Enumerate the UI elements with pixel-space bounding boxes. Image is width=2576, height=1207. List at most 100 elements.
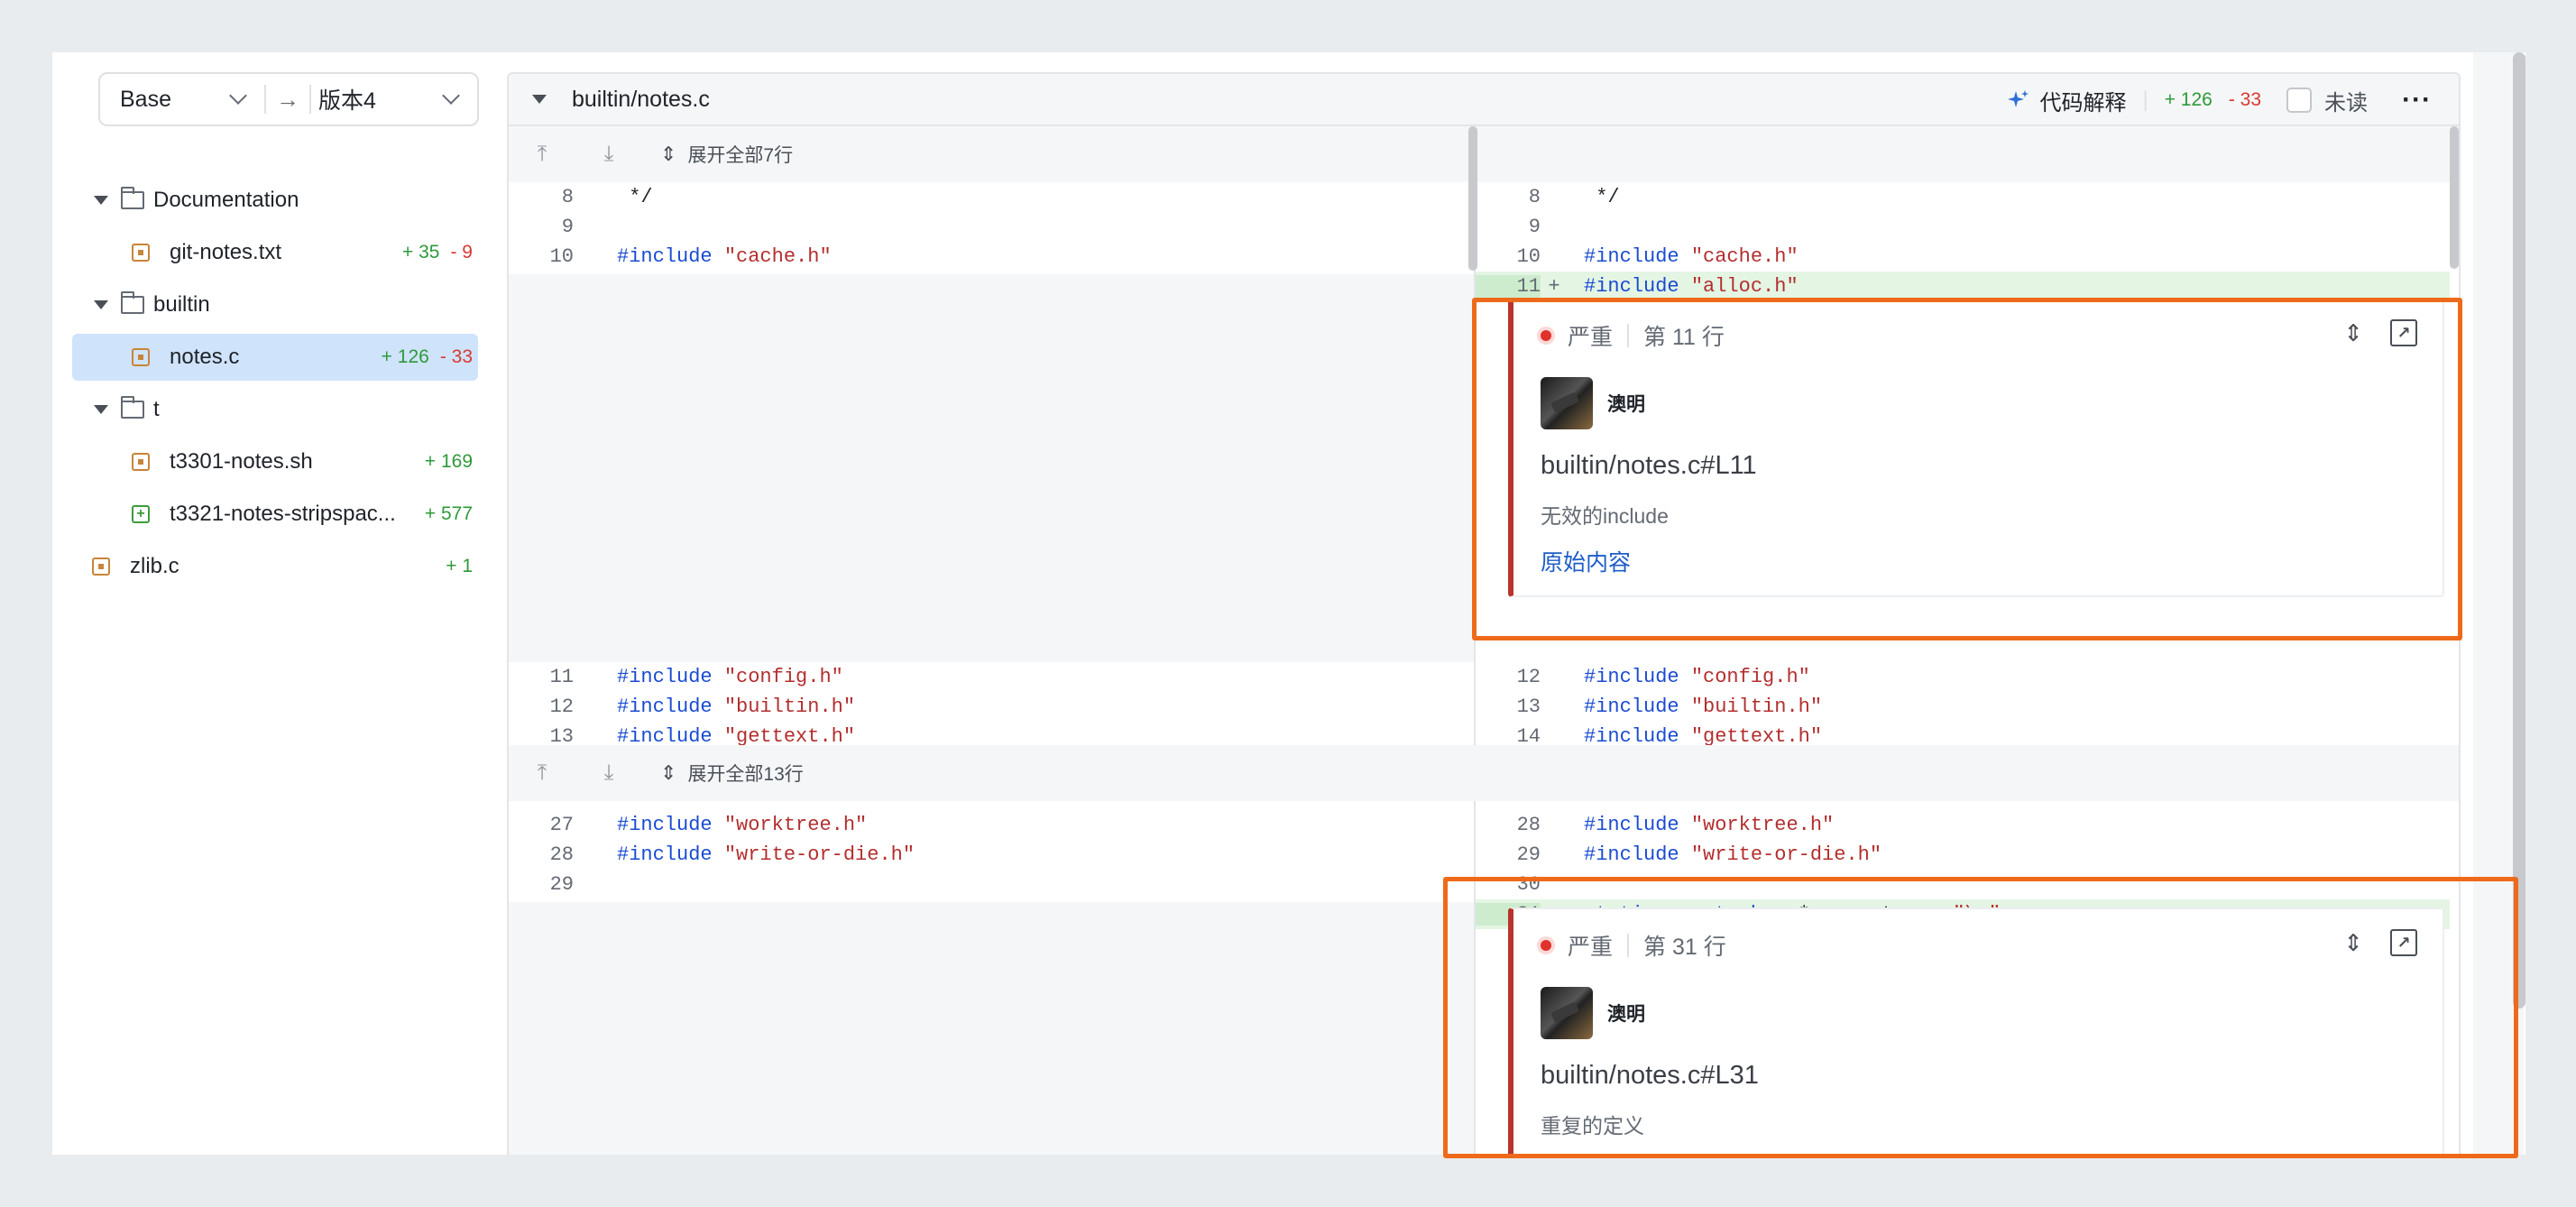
deletions-count: - 9 [450,242,473,263]
file-modified-icon [92,557,110,576]
unread-toggle[interactable]: 未读 [2286,85,2368,116]
code-line: 10 #include "cache.h" [1476,242,2450,272]
expand-up-icon[interactable]: ⤒ [509,760,575,786]
file-dot [98,564,104,569]
line-number: 12 [1516,666,1541,688]
diff-sign [574,186,601,208]
version-selector: Base → 版本4 [98,72,479,126]
tree-file[interactable]: zlib.c + 1 [72,543,478,590]
code-token: "worktree.h" [723,814,868,836]
code-line: 9 [509,212,1474,242]
additions-count: + 126 [381,346,429,367]
code-token: #include [1584,275,1691,298]
expand-all-icon[interactable]: ⇕ [660,761,676,785]
expand-all-label[interactable]: 展开全部7行 [687,141,793,168]
unread-label: 未读 [2324,90,2369,115]
highlight-box [1472,298,2462,640]
code-text: #include "worktree.h" [1568,814,1834,836]
file-path: builtin/notes.c [572,86,710,112]
tree-item-label: git-notes.txt [170,240,282,264]
code-token: */ [617,186,653,208]
code-text: */ [601,186,653,208]
target-version-label: 版本4 [318,88,376,114]
folder-icon [121,291,144,314]
separator: | [2142,88,2148,112]
file-modified-icon [132,453,150,471]
code-token: "cache.h" [1690,245,1799,268]
diff-sign: + [1548,275,1560,298]
expand-triangle-icon[interactable] [94,300,108,309]
line-number: 8 [1528,186,1541,208]
diff-sign [574,843,601,866]
diff-sign [1541,666,1568,688]
line-number: 11 [1476,275,1541,298]
change-stats: + 126 - 33 [382,346,473,368]
line-number: 10 [1516,245,1541,268]
code-token: #include [1584,843,1691,866]
code-token: #include [617,696,724,718]
folder-icon [121,187,144,209]
expand-row: ⤒ ⤓ ⇕ 展开全部13行 [509,745,2459,801]
expand-down-icon[interactable]: ⤓ [575,760,642,786]
additions-count: + 1 [446,556,473,576]
code-text: #include "builtin.h" [601,696,855,718]
code-token: #include [1584,666,1691,688]
diff-sign [574,873,601,896]
page-scrollbar[interactable] [2513,52,2525,1009]
more-options-icon[interactable]: ··· [2402,85,2432,115]
deletions-count: - 33 [439,346,473,367]
expand-triangle-icon[interactable] [94,196,108,205]
tree-file[interactable]: notes.c + 126 - 33 [72,334,478,381]
expand-down-icon[interactable]: ⤓ [575,142,642,167]
additions-count: + 35 [402,242,440,263]
diff-sign [1541,843,1568,866]
diff-scrollbar[interactable] [2450,126,2459,269]
collapse-triangle-icon[interactable] [532,95,547,104]
code-text: #include "config.h" [601,666,843,688]
line-number: 9 [1528,216,1541,238]
file-sidebar: Base → 版本4 Documentation git-notes.txt + 3… [52,52,503,1155]
line-number: 29 [549,873,574,896]
code-text: #include "worktree.h" [601,814,867,836]
change-stats: + 1 [446,556,473,577]
code-token: "cache.h" [723,245,832,268]
diff-sign [574,666,601,688]
code-line: 28 #include "write-or-die.h" [509,840,1474,870]
code-line: 27 #include "worktree.h" [509,810,1474,840]
code-line: 12 #include "config.h" [1476,662,2450,692]
code-token: #include [1584,814,1691,836]
code-line: 8 */ [509,182,1474,212]
base-version-select[interactable]: Base [100,87,264,113]
diff-file-header: builtin/notes.c 代码解释 | + 126 - 33 未读 ··· [509,74,2459,126]
code-token: "config.h" [1690,666,1810,688]
code-token: "write-or-die.h" [1690,843,1882,866]
split-handle[interactable] [1468,126,1477,271]
tree-file[interactable]: + t3321-notes-stripspac... + 577 [72,491,478,538]
tree-file[interactable]: t3301-notes.sh + 169 [72,438,478,485]
code-token: "alloc.h" [1690,275,1799,298]
line-number: 12 [549,696,574,718]
tree-folder[interactable]: t [72,386,478,433]
expand-up-icon[interactable]: ⤒ [509,142,575,167]
tree-item-label: t3321-notes-stripspac... [170,502,396,526]
additions-count: + 169 [424,451,473,472]
code-explain-button[interactable]: 代码解释 [2007,85,2126,116]
code-line: 12 #include "builtin.h" [509,692,1474,722]
tree-folder[interactable]: builtin [72,281,478,328]
file-dot [138,355,143,360]
tree-file[interactable]: git-notes.txt + 35 - 9 [72,229,478,276]
code-token: #include [1584,696,1691,718]
code-line: 29 #include "write-or-die.h" [1476,840,2450,870]
line-number: 28 [549,843,574,866]
expand-all-label[interactable]: 展开全部13行 [687,760,803,787]
tree-folder[interactable]: Documentation [72,177,478,224]
line-number: 28 [1516,814,1541,836]
expand-all-icon[interactable]: ⇕ [660,143,676,166]
unread-checkbox[interactable] [2286,88,2313,113]
expand-triangle-icon[interactable] [94,405,108,414]
line-number: 8 [561,186,574,208]
line-number: 29 [1516,843,1541,866]
target-version-select[interactable]: 版本4 [311,83,477,115]
tree-item-label: Documentation [153,188,299,212]
code-token: "builtin.h" [1690,696,1823,718]
